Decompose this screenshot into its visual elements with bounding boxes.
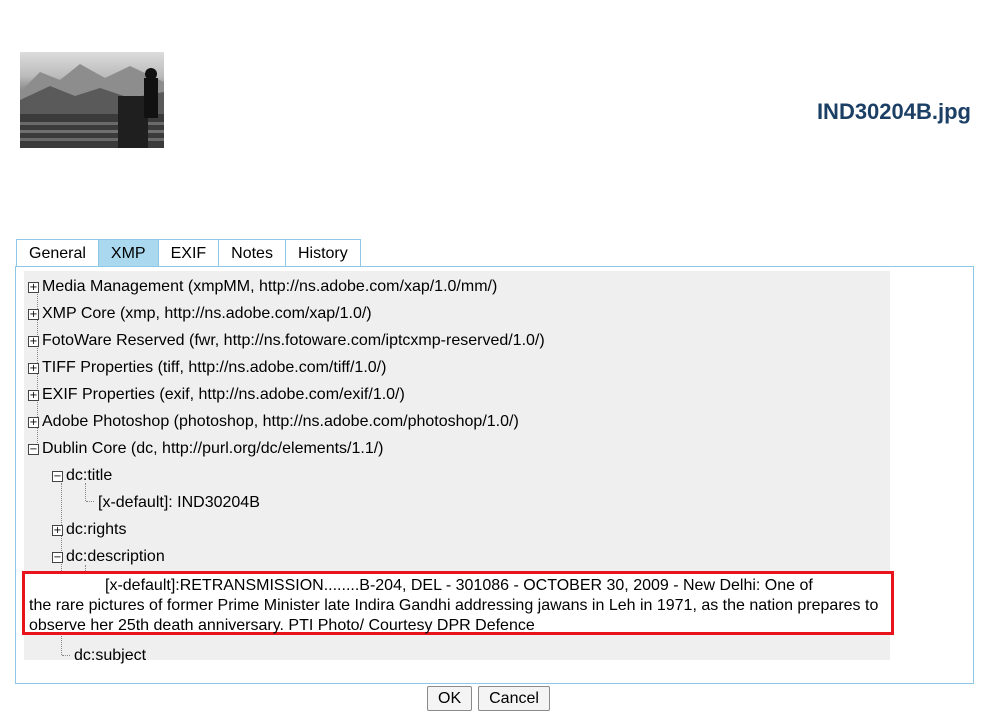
expand-plus-icon[interactable]: + [28,336,39,347]
tree-connector [62,655,70,656]
thumbnail-graphic [20,64,164,148]
tree-node-xmp-core[interactable]: + XMP Core (xmp, http://ns.adobe.com/xap/… [28,300,372,327]
expand-plus-icon[interactable]: + [28,390,39,401]
tree-node-tiff-properties[interactable]: + TIFF Properties (tiff, http://ns.adobe.… [28,354,386,381]
description-value-first-line: [x-default]:RETRANSMISSION........B-204,… [105,577,813,594]
tab-history[interactable]: History [284,239,361,267]
tree-value-dc-title: [x-default]: IND30204B [98,489,260,516]
image-thumbnail [20,52,164,148]
tree-node-label: dc:description [66,548,165,565]
tree-node-dublin-core[interactable]: − Dublin Core (dc, http://purl.org/dc/ele… [28,435,384,462]
tree-node-dc-subject[interactable]: dc:subject [74,642,146,669]
tree-node-exif-properties[interactable]: + EXIF Properties (exif, http://ns.adobe.… [28,381,405,408]
tree-node-dc-title[interactable]: − dc:title [52,462,112,489]
tab-exif[interactable]: EXIF [157,239,220,267]
tree-node-label: Adobe Photoshop (photoshop, http://ns.ad… [42,413,519,430]
tree-node-fotoware-reserved[interactable]: + FotoWare Reserved (fwr, http://ns.fotow… [28,327,545,354]
expand-plus-icon[interactable]: + [28,417,39,428]
tree-node-adobe-photoshop[interactable]: + Adobe Photoshop (photoshop, http://ns.a… [28,408,519,435]
tree-value-label: [x-default]: IND30204B [98,494,260,511]
cancel-button[interactable]: Cancel [478,686,550,711]
tree-node-label: dc:rights [66,521,127,538]
tree-node-label: FotoWare Reserved (fwr, http://ns.fotowa… [42,332,545,349]
description-value-rest: the rare pictures of former Prime Minist… [29,597,879,634]
tree-node-label: TIFF Properties (tiff, http://ns.adobe.c… [42,359,387,376]
tree-node-label: dc:subject [74,647,147,664]
xmp-panel: + Media Management (xmpMM, http://ns.adob… [15,266,974,684]
ok-button[interactable]: OK [427,686,473,711]
tree-node-dc-description[interactable]: − dc:description [52,543,165,570]
description-value-highlight: [x-default]:RETRANSMISSION........B-204,… [22,571,894,635]
tab-notes[interactable]: Notes [218,239,286,267]
xmp-tree: + Media Management (xmpMM, http://ns.adob… [22,271,894,664]
tree-node-media-management[interactable]: + Media Management (xmpMM, http://ns.adob… [28,273,497,300]
expand-plus-icon[interactable]: + [28,309,39,320]
file-name-title: IND30204B.jpg [816,99,971,124]
tree-node-label: EXIF Properties (exif, http://ns.adobe.c… [42,386,405,403]
collapse-minus-icon[interactable]: − [52,471,63,482]
tab-xmp[interactable]: XMP [97,239,159,267]
collapse-minus-icon[interactable]: − [28,444,39,455]
expand-plus-icon[interactable]: + [52,525,63,536]
dialog-buttons: OK Cancel [427,686,550,711]
tab-general[interactable]: General [16,239,99,267]
expand-plus-icon[interactable]: + [28,363,39,374]
tree-node-dc-rights[interactable]: + dc:rights [52,516,126,543]
metadata-tabs: General XMP EXIF Notes History [16,239,361,267]
collapse-minus-icon[interactable]: − [52,552,63,563]
expand-plus-icon[interactable]: + [28,282,39,293]
tree-node-label: XMP Core (xmp, http://ns.adobe.com/xap/1… [42,305,372,322]
tree-connector [86,501,94,502]
tree-node-label: dc:title [66,467,113,484]
tree-node-label: Media Management (xmpMM, http://ns.adobe… [42,278,498,295]
tree-node-label: Dublin Core (dc, http://purl.org/dc/elem… [42,440,384,457]
